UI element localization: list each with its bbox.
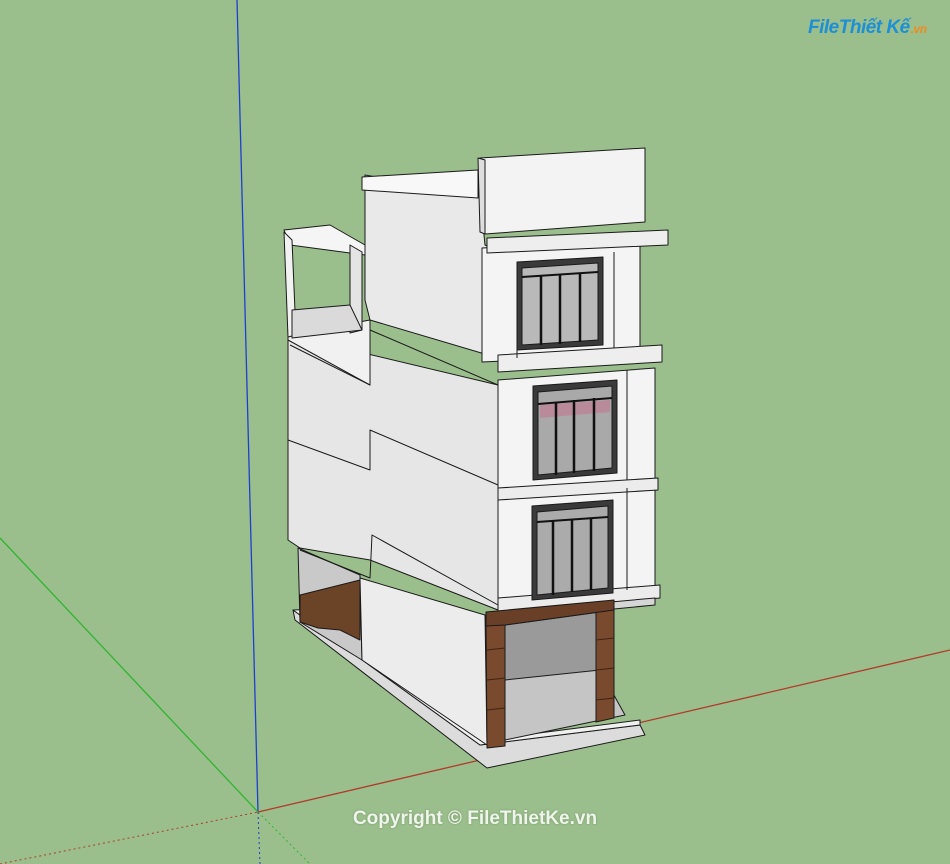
window-1f[interactable] [531,499,614,601]
filethietke-logo: File Thiết Kế .vn [808,10,927,46]
logo-wordmark: File Thiết Kế .vn [808,17,927,39]
logo-part-vn: .vn [910,22,927,36]
ground-side-wall [359,577,488,746]
wood-column-right [595,607,615,723]
window-2f[interactable] [532,379,618,481]
blue-axis [236,0,259,813]
sketchup-viewport[interactable]: File Thiết Kế .vn Copyright © FileThietK… [0,0,950,864]
house-model[interactable] [283,147,669,769]
copyright-watermark: Copyright © FileThietKe.vn [352,808,598,829]
model-canvas[interactable] [0,0,950,864]
logo-part-file: File [808,17,839,38]
roof-bulkhead [479,147,646,235]
window-3f[interactable] [516,256,604,351]
logo-part-thietke: Thiết Kế [838,17,910,38]
wood-column-left [485,619,506,749]
green-axis [0,537,259,813]
